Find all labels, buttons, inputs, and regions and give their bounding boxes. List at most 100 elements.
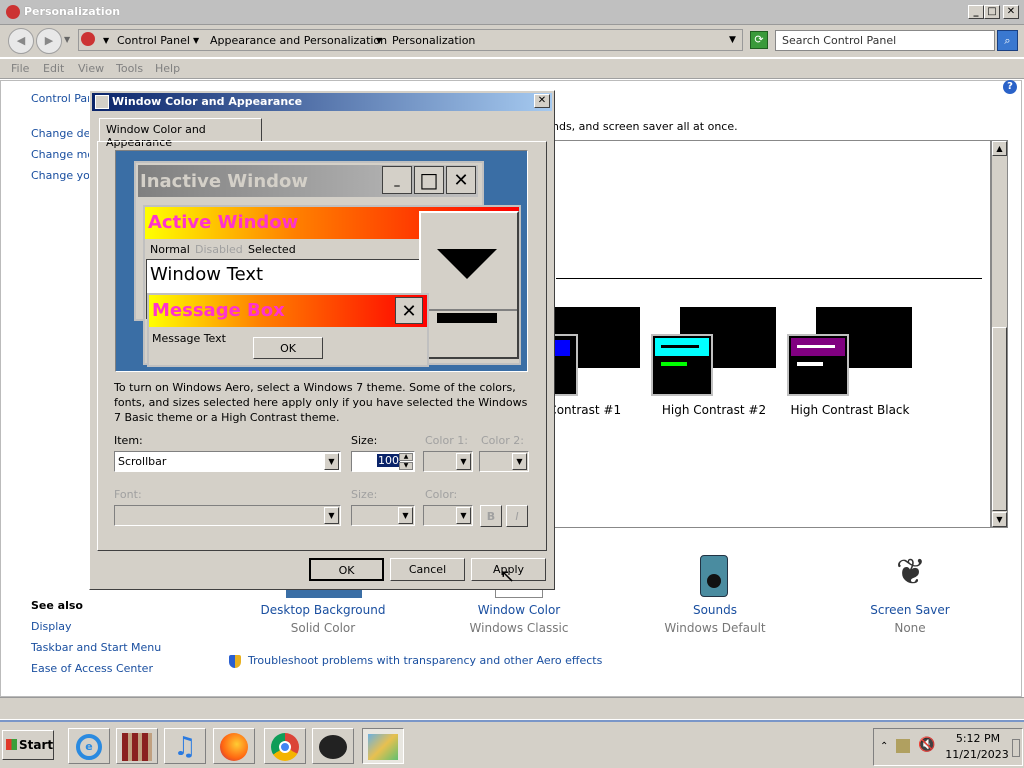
preview-message-title: Message Box xyxy=(152,300,285,321)
recent-pages-icon[interactable]: ▼ xyxy=(64,35,70,44)
italic-button[interactable]: I xyxy=(506,505,528,527)
dialog-close-button[interactable]: ✕ xyxy=(534,94,550,108)
theme-hc2-label[interactable]: High Contrast #2 xyxy=(644,403,784,417)
preview-active-title: Active Window xyxy=(148,212,299,233)
scrollbar-thumb[interactable] xyxy=(992,327,1007,511)
troubleshoot-link[interactable]: Troubleshoot problems with transparency … xyxy=(248,654,602,667)
start-label: Start xyxy=(19,738,54,752)
show-desktop-button[interactable] xyxy=(1012,739,1020,757)
size-spinner[interactable]: 100 ▲ ▼ xyxy=(351,451,415,472)
breadcrumb-control-panel[interactable]: Control Panel xyxy=(117,34,190,47)
show-hidden-icons[interactable]: ⌃ xyxy=(880,741,888,752)
start-button[interactable]: Start xyxy=(2,730,54,760)
screen-saver-icon[interactable]: ❦ xyxy=(890,550,932,596)
action-center-icon[interactable] xyxy=(896,739,910,753)
desktop-background-link[interactable]: Desktop Background xyxy=(253,603,393,617)
preview-scroll-arrow2 xyxy=(437,313,497,323)
back-icon[interactable]: ◀ xyxy=(8,28,34,54)
speaker-icon[interactable] xyxy=(700,555,728,597)
breadcrumb-appearance[interactable]: Appearance and Personalization xyxy=(210,34,387,47)
clock-time[interactable]: 5:12 PM xyxy=(950,732,1006,745)
font-color-label: Color: xyxy=(425,488,458,501)
spin-down-icon[interactable]: ▼ xyxy=(399,462,413,470)
see-also-display[interactable]: Display xyxy=(31,620,72,633)
clock-date[interactable]: 11/21/2023 xyxy=(944,748,1010,761)
color2-select[interactable]: ▼ xyxy=(479,451,529,472)
forward-icon[interactable]: ▶ xyxy=(36,28,62,54)
chevron-down-icon[interactable]: ▼ xyxy=(456,453,471,470)
scroll-up-icon[interactable]: ▲ xyxy=(992,141,1007,156)
music-icon[interactable]: ♫ xyxy=(164,728,206,764)
close-button[interactable]: ✕ xyxy=(1003,5,1019,19)
internet-explorer-icon[interactable]: e xyxy=(68,728,110,764)
spin-up-icon[interactable]: ▲ xyxy=(399,453,413,461)
chevron-icon: ▼ xyxy=(193,36,200,45)
chevron-down-icon[interactable]: ▼ xyxy=(398,507,413,524)
volume-muted-icon[interactable]: 🔇 xyxy=(918,737,935,753)
control-panel-home-link[interactable]: Control Pan xyxy=(31,92,94,105)
change-desktop-icons-link[interactable]: Change des xyxy=(31,127,96,140)
theme-hcblack-label[interactable]: High Contrast Black xyxy=(780,403,920,417)
chevron-down-icon[interactable]: ▼ xyxy=(324,453,339,470)
font-color-select[interactable]: ▼ xyxy=(423,505,473,526)
size-label: Size: xyxy=(351,434,378,447)
bold-button[interactable]: B xyxy=(480,505,502,527)
menu-edit[interactable]: Edit xyxy=(43,62,64,75)
dialog-title-bar: Window Color and Appearance ✕ xyxy=(92,93,552,111)
item-select[interactable]: Scrollbar ▼ xyxy=(114,451,341,472)
window-color-icon[interactable] xyxy=(495,590,543,598)
search-icon[interactable]: ⌕ xyxy=(997,30,1018,51)
address-bar[interactable]: ▼ Control Panel ▼ Appearance and Persona… xyxy=(78,29,743,51)
gallery-scrollbar[interactable]: ▲ ▼ xyxy=(991,140,1008,528)
font-select[interactable]: ▼ xyxy=(114,505,341,526)
menu-view[interactable]: View xyxy=(78,62,104,75)
system-tray: ⌃ 🔇 5:12 PM 11/21/2023 xyxy=(873,728,1023,766)
tab-panel: Inactive Window _ □ ✕ Active Window Norm… xyxy=(97,141,547,551)
refresh-icon[interactable]: ⟳ xyxy=(750,31,768,49)
color1-select[interactable]: ▼ xyxy=(423,451,473,472)
see-also-taskbar[interactable]: Taskbar and Start Menu xyxy=(31,641,161,654)
firefox-icon[interactable] xyxy=(213,728,255,764)
color1-label: Color 1: xyxy=(425,434,468,447)
control-panel-taskbar-icon[interactable] xyxy=(362,728,404,764)
preview-window-text: Window Text xyxy=(150,264,264,285)
cancel-button[interactable]: Cancel xyxy=(390,558,465,581)
sounds-value: Windows Default xyxy=(664,621,766,635)
font-size-select[interactable]: ▼ xyxy=(351,505,415,526)
minimize-button[interactable]: _ xyxy=(968,5,984,19)
sounds-link[interactable]: Sounds xyxy=(645,603,785,617)
screen-saver-link[interactable]: Screen Saver xyxy=(840,603,980,617)
preview-message-close-icon: ✕ xyxy=(395,297,423,324)
menu-file[interactable]: File xyxy=(11,62,29,75)
window-color-link[interactable]: Window Color xyxy=(449,603,589,617)
search-input[interactable]: Search Control Panel xyxy=(775,30,995,51)
scroll-down-icon[interactable]: ▼ xyxy=(992,512,1007,527)
desktop-background-icon[interactable] xyxy=(286,590,362,598)
preview-scroll-divider xyxy=(421,309,517,311)
chevron-down-icon[interactable]: ▼ xyxy=(512,453,527,470)
tab-window-color[interactable]: Window Color and Appearance xyxy=(99,118,262,149)
see-also-ease-of-access[interactable]: Ease of Access Center xyxy=(31,662,153,675)
chevron-down-icon[interactable]: ▼ xyxy=(324,507,339,524)
preview-selected-item: Selected xyxy=(248,243,296,256)
maximize-button[interactable]: □ xyxy=(984,5,1000,19)
chrome-icon[interactable] xyxy=(264,728,306,764)
preview-ok-button: OK xyxy=(253,337,323,359)
font-label: Font: xyxy=(114,488,142,501)
window-color-dialog: Window Color and Appearance ✕ Window Col… xyxy=(89,90,555,590)
menu-tools[interactable]: Tools xyxy=(116,62,143,75)
menu-help[interactable]: Help xyxy=(155,62,180,75)
media-center-icon[interactable] xyxy=(116,728,158,764)
preview-scrollbar xyxy=(419,211,519,359)
paint-icon[interactable] xyxy=(312,728,354,764)
preview-max-icon: □ xyxy=(414,166,444,194)
ok-button[interactable]: OK xyxy=(309,558,384,581)
change-account-picture-link[interactable]: Change you xyxy=(31,169,97,182)
help-icon[interactable]: ? xyxy=(1003,80,1017,94)
address-dropdown-icon[interactable]: ▼ xyxy=(729,35,736,45)
chevron-down-icon[interactable]: ▼ xyxy=(456,507,471,524)
size-value[interactable]: 100 xyxy=(377,454,400,467)
breadcrumb-personalization[interactable]: Personalization xyxy=(392,34,475,47)
preview-scroll-down-icon xyxy=(437,249,497,279)
divider xyxy=(556,278,982,279)
